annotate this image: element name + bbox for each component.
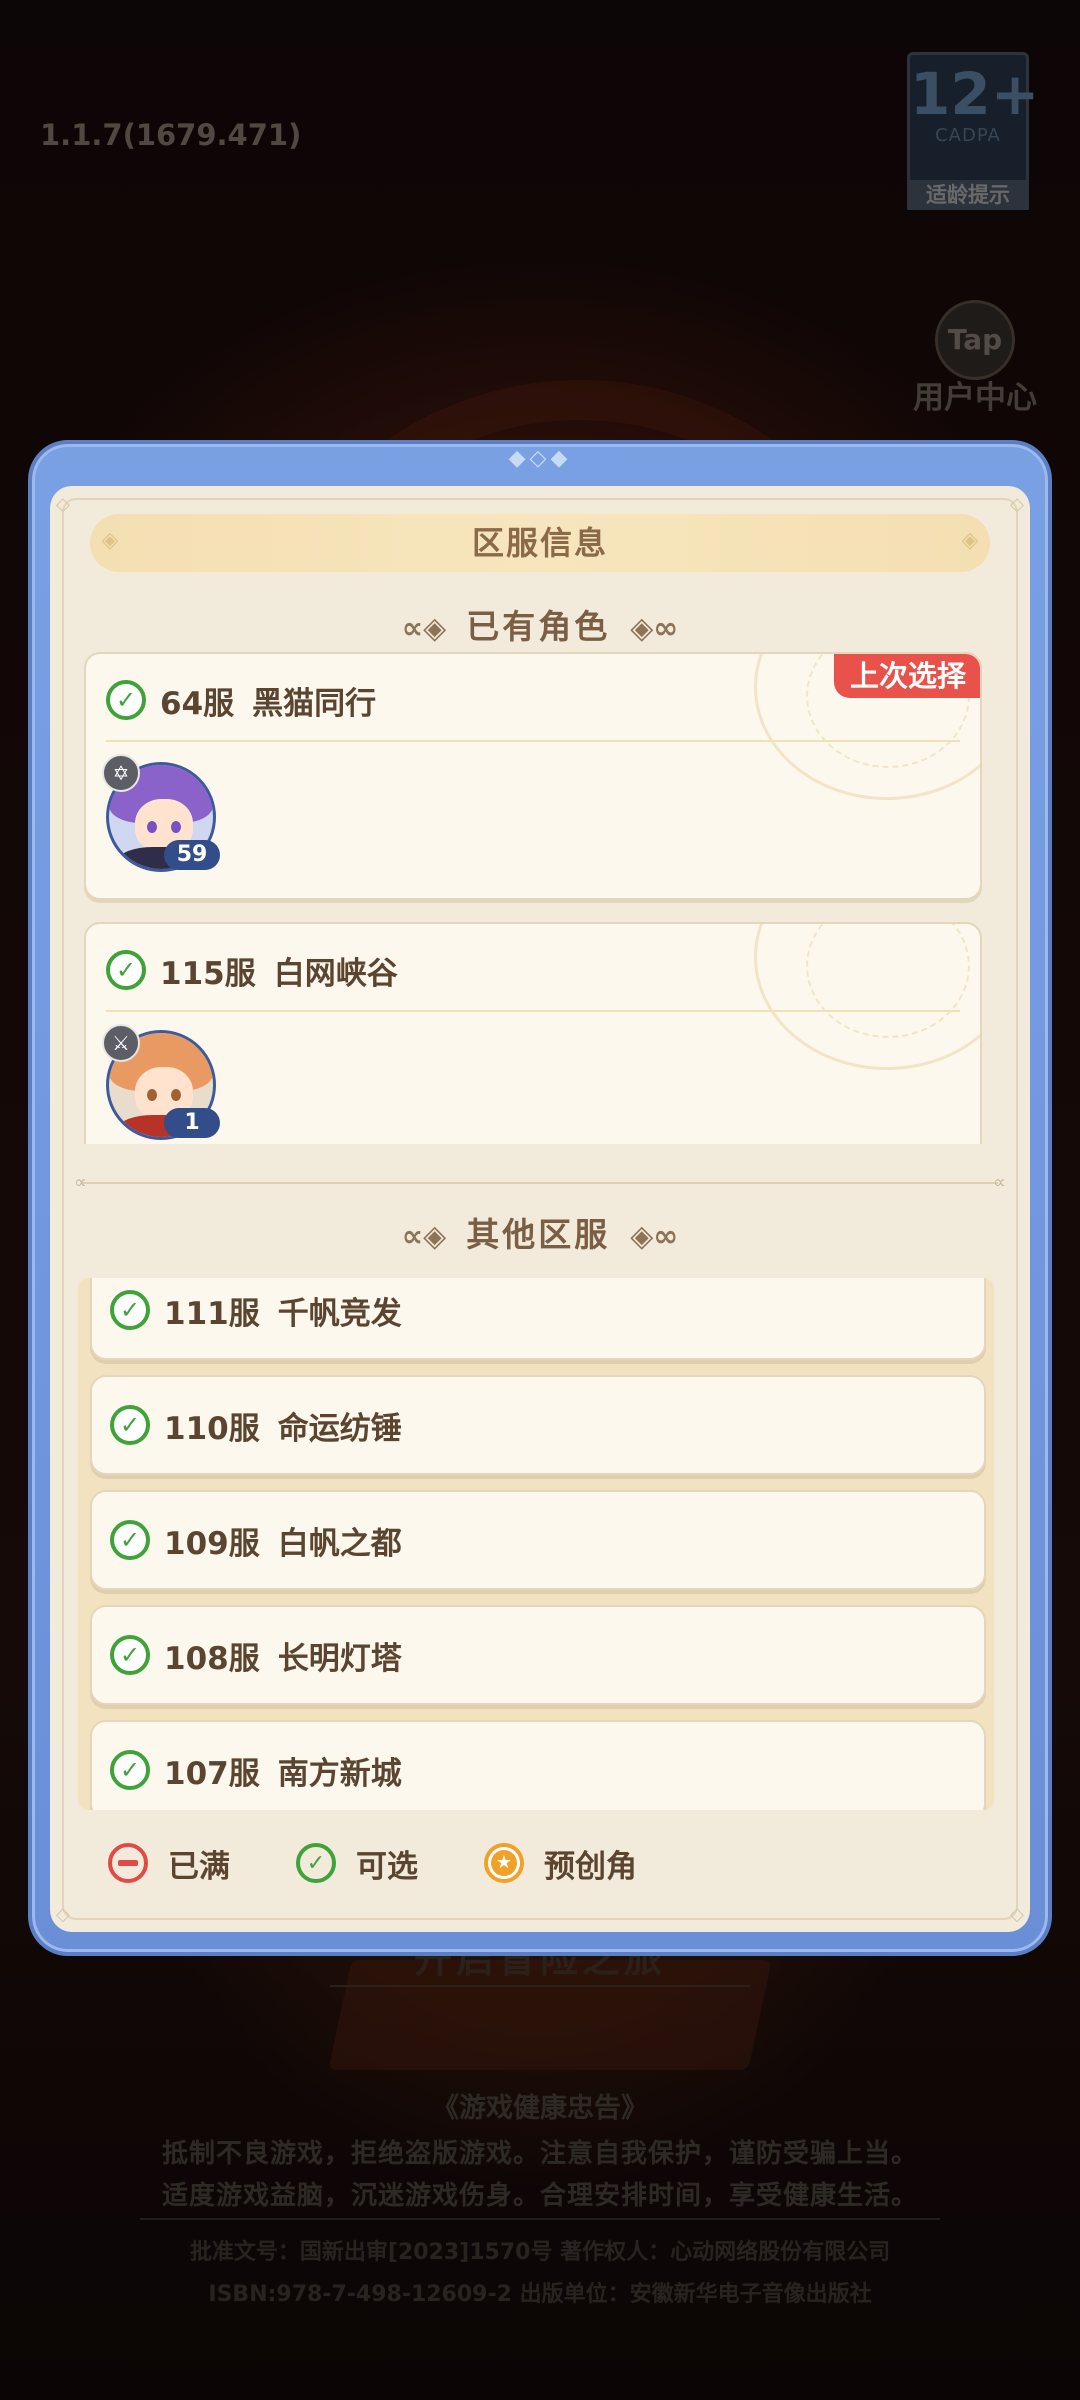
role-card[interactable]: ✓ 115服 白网峡谷 ⚔ 1 [84,922,982,1144]
server-number: 108服 [164,1640,260,1677]
scroll-ornament-left-icon: ∝◈ [401,1219,447,1254]
diamond-ornament-icon: ◆◇◆ [508,446,572,471]
existing-roles-list[interactable]: ✓ 64服 黑猫同行 上次选择 ✡ 59 ✓ 115服 白网峡谷 ⚔ 1 [84,652,984,1144]
last-selected-badge: 上次选择 [833,654,980,698]
server-list-item[interactable]: ✓ 107服 南方新城 [90,1720,986,1810]
divider-end-icon: ∝ [993,1172,1006,1193]
corner-ornament-icon: ◇ [1010,494,1024,515]
divider [106,740,960,742]
status-legend: 已满 ✓ 可选 ★ 预创角 [108,1838,703,1888]
server-list-content: ✓ 111服 千帆竞发 ✓ 110服 命运纺锤 ✓ 109服 白帆之都 ✓ 10… [90,1278,986,1810]
legend-precreate: ★ 预创角 [484,1841,637,1886]
server-list-item[interactable]: ✓ 109服 白帆之都 [90,1490,986,1590]
server-name: 白帆之都 [277,1525,402,1562]
server-number: 107服 [164,1755,260,1792]
available-check-icon: ✓ [106,680,146,720]
server-name: 命运纺锤 [277,1410,402,1447]
server-number: 109服 [164,1525,260,1562]
dialog-title: 区服信息 [471,524,608,562]
legend-available-label: 可选 [356,1848,418,1885]
server-number: 115服 [160,955,256,992]
corner-ornament-icon: ◇ [1010,1904,1024,1925]
legend-full: 已满 [108,1841,230,1886]
full-icon [108,1843,148,1883]
existing-roles-title: 已有角色 [466,607,611,646]
existing-roles-heading: ∝◈ 已有角色 ◈∞ [0,600,1080,648]
available-check-icon: ✓ [110,1750,150,1790]
legend-precreate-label: 预创角 [544,1848,637,1885]
other-servers-heading: ∝◈ 其他区服 ◈∞ [0,1208,1080,1256]
available-check-icon: ✓ [296,1843,336,1883]
scroll-ornament-left-icon: ∝◈ [401,611,447,646]
avatar-eye [147,1089,157,1101]
scroll-ornament-right-icon: ◈∞ [630,611,679,646]
server-list-item[interactable]: ✓ 111服 千帆竞发 [90,1278,986,1360]
server-number: 110服 [164,1410,260,1447]
avatar-eye [171,821,181,833]
available-check-icon: ✓ [106,950,146,990]
role-card[interactable]: ✓ 64服 黑猫同行 上次选择 ✡ 59 [84,652,982,900]
divider-end-icon: ∝ [74,1172,87,1193]
server-number: 64服 [160,685,235,722]
role-card-header: ✓ 115服 白网峡谷 [106,948,398,992]
available-check-icon: ✓ [110,1290,150,1330]
divider [106,1010,960,1012]
server-list-item[interactable]: ✓ 108服 长明灯塔 [90,1605,986,1705]
legend-available: ✓ 可选 [296,1841,418,1886]
avatar-eye [171,1089,181,1101]
dialog-title-bar: ◈ 区服信息 ◈ [90,514,990,572]
other-servers-title: 其他区服 [466,1215,611,1254]
server-name: 白网峡谷 [273,955,398,992]
character-level: 59 [164,840,220,870]
server-list-item[interactable]: ✓ 110服 命运纺锤 [90,1375,986,1475]
available-check-icon: ✓ [110,1635,150,1675]
character-level: 1 [164,1108,220,1138]
server-number: 111服 [164,1295,260,1332]
corner-ornament-icon: ◇ [56,494,70,515]
server-name: 千帆竞发 [277,1295,402,1332]
section-divider [82,1182,998,1184]
avatar-eye [147,821,157,833]
diamond-icon: ◈ [101,528,119,553]
diamond-icon: ◈ [961,528,979,553]
server-name: 长明灯塔 [277,1640,402,1677]
server-list[interactable]: ✓ 111服 千帆竞发 ✓ 110服 命运纺锤 ✓ 109服 白帆之都 ✓ 10… [78,1278,994,1810]
star-icon: ★ [484,1843,524,1883]
corner-ornament-icon: ◇ [56,1904,70,1925]
available-check-icon: ✓ [110,1520,150,1560]
available-check-icon: ✓ [110,1405,150,1445]
server-name: 黑猫同行 [252,685,377,722]
star-emblem-icon: ✡ [102,754,140,792]
legend-full-label: 已满 [168,1848,230,1885]
server-name: 南方新城 [277,1755,402,1792]
role-card-header: ✓ 64服 黑猫同行 [106,678,376,722]
scroll-ornament-right-icon: ◈∞ [630,1219,679,1254]
sword-icon: ⚔ [102,1024,140,1062]
